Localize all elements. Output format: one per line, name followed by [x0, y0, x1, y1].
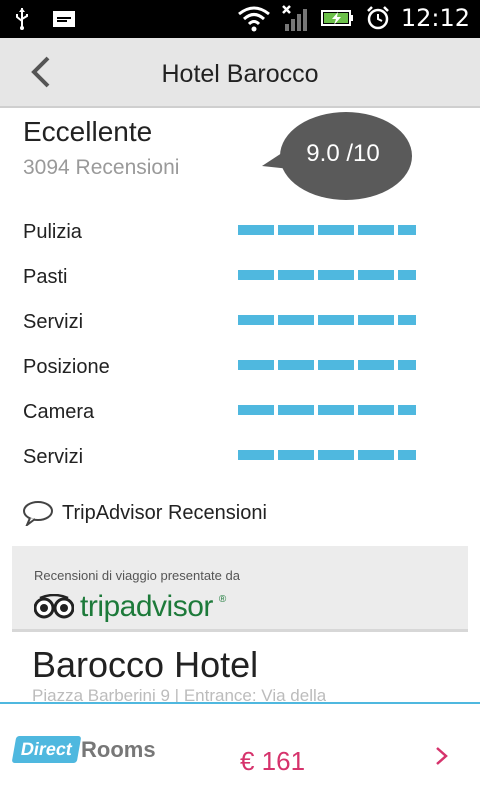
category-row: Camera [23, 399, 423, 427]
status-right-icons: 12:12 [237, 4, 470, 32]
hotel-name: Barocco Hotel [32, 644, 259, 685]
tripadvisor-caption: Recensioni di viaggio presentate da [34, 568, 240, 583]
status-time: 12:12 [400, 4, 470, 32]
category-label: Servizi [23, 311, 84, 333]
category-label: Camera [23, 401, 95, 423]
category-row: Pulizia [23, 219, 423, 247]
tripadvisor-link-label: TripAdvisor Recensioni [62, 501, 267, 524]
rating-bar [238, 360, 416, 370]
category-label: Servizi [23, 446, 84, 468]
speech-bubble-icon [23, 501, 53, 526]
status-bar: 12:12 [0, 0, 480, 38]
rating-bar [238, 450, 416, 460]
rating-bar [238, 270, 416, 280]
category-row: Posizione [23, 354, 423, 382]
tripadvisor-reviews-link[interactable]: TripAdvisor Recensioni [22, 500, 267, 526]
category-row: Servizi [23, 309, 423, 337]
score-bubble: 9.0 /10 [262, 111, 412, 203]
category-row: Pasti [23, 264, 423, 292]
logo-rooms: Rooms [81, 736, 156, 762]
tripadvisor-wordmark: tripadvisor [80, 590, 213, 623]
category-label: Pulizia [23, 221, 82, 243]
owl-eyes-icon [34, 594, 74, 619]
signal-icon [281, 5, 307, 31]
booking-bar[interactable]: Direct Rooms € 161 [0, 702, 480, 800]
logo-direct: Direct [11, 736, 82, 763]
hotel-address: Piazza Barberini 9 | Entrance: Via della [32, 686, 327, 702]
rating-bar [238, 405, 416, 415]
tripadvisor-attribution: Recensioni di viaggio presentate da trip… [12, 546, 468, 632]
tripadvisor-logo: tripadvisor ® [34, 590, 226, 624]
page-title: Hotel Barocco [161, 60, 319, 88]
score-value: 9.0 /10 [306, 140, 380, 167]
registered-mark: ® [218, 593, 227, 605]
chevron-right-icon[interactable] [432, 744, 452, 768]
category-label: Posizione [23, 356, 110, 378]
rating-bar [238, 225, 416, 235]
wifi-icon [237, 6, 270, 32]
battery-charging-icon [320, 10, 353, 26]
category-label: Pasti [23, 266, 68, 288]
alarm-icon [366, 6, 389, 30]
status-left-icons [14, 7, 76, 31]
rating-bar [238, 315, 416, 325]
reviews-count: 3094 Recensioni [23, 156, 180, 179]
message-icon [53, 11, 75, 27]
usb-icon [16, 8, 28, 30]
category-row: Servizi [23, 444, 423, 472]
action-bar: Hotel Barocco [0, 38, 480, 108]
directrooms-logo: Direct Rooms [11, 736, 156, 763]
price: € 161 [240, 746, 306, 776]
rating-word: Eccellente [23, 116, 153, 147]
